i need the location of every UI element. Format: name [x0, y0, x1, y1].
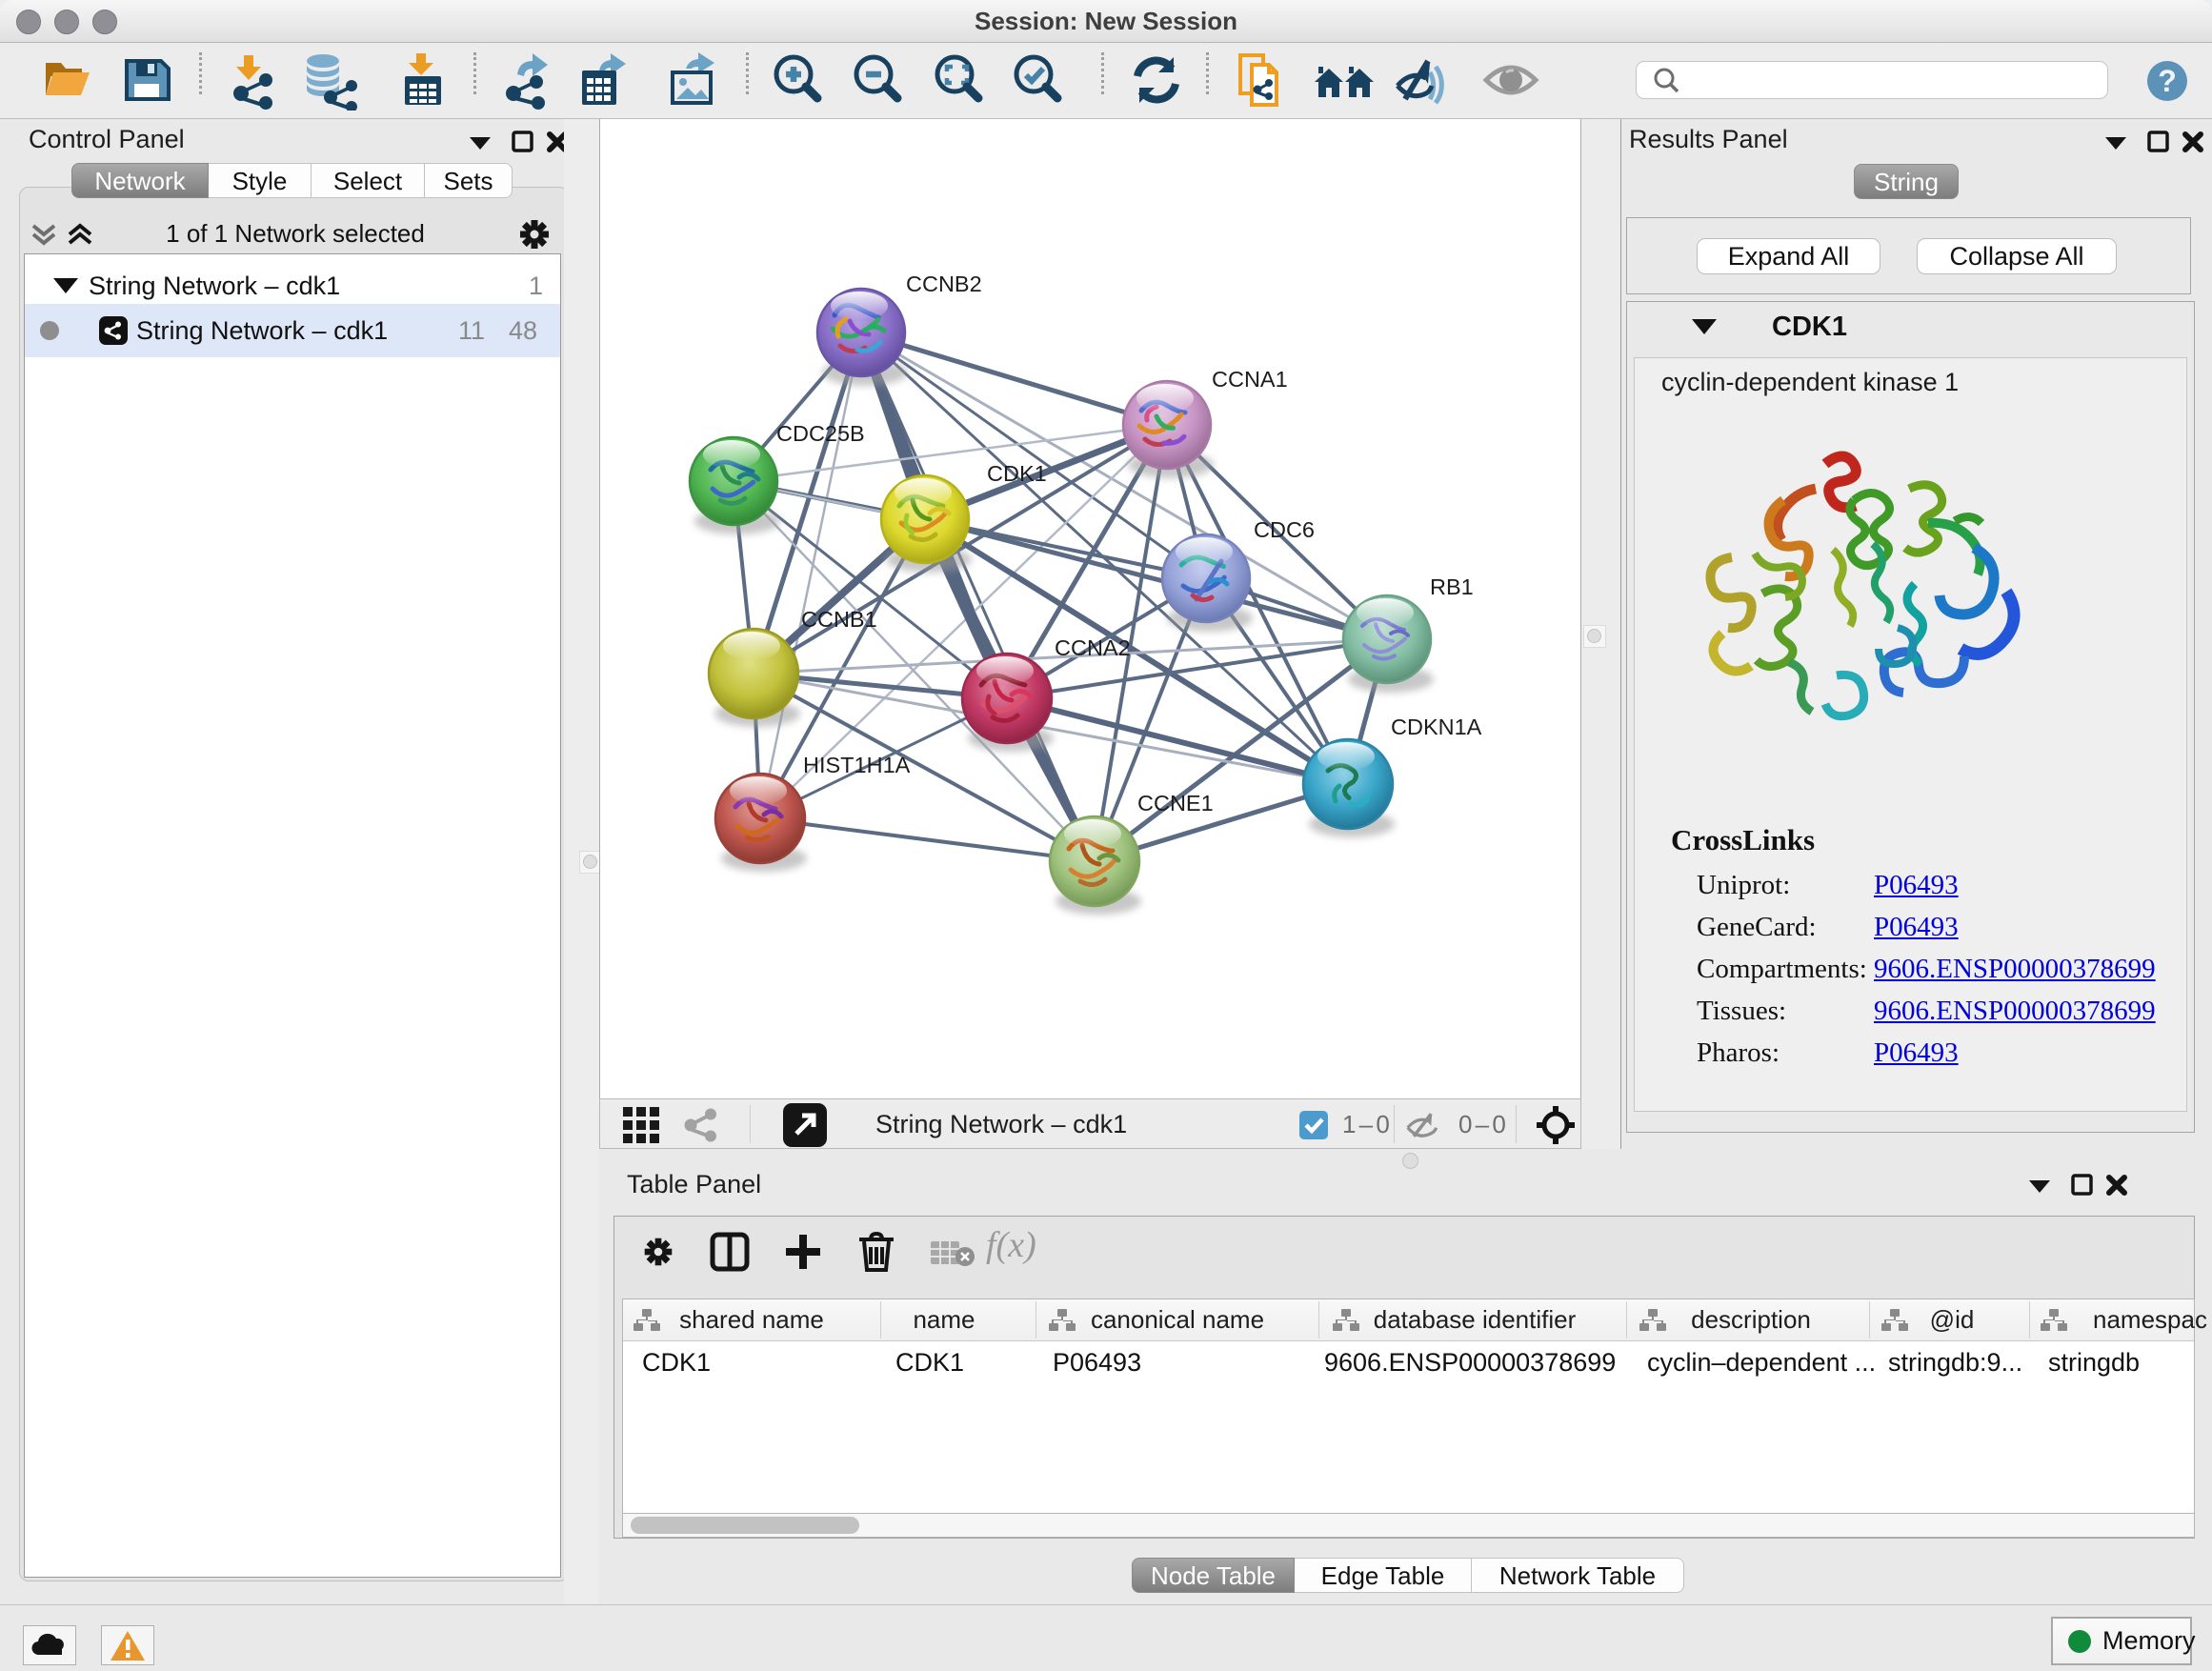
svg-text:CCNA2: CCNA2	[1055, 635, 1131, 660]
svg-text:?: ?	[2158, 64, 2177, 98]
svg-text:CDC6: CDC6	[1254, 517, 1315, 542]
svg-text:CCNB1: CCNB1	[801, 607, 877, 632]
svg-text:CDKN1A: CDKN1A	[1391, 715, 1482, 739]
svg-text:CCNA1: CCNA1	[1212, 367, 1288, 392]
svg-text:CCNB2: CCNB2	[906, 272, 982, 296]
svg-text:CDK1: CDK1	[987, 461, 1047, 486]
svg-text:CDC25B: CDC25B	[776, 421, 865, 446]
svg-text:HIST1H1A: HIST1H1A	[803, 753, 911, 777]
svg-text:RB1: RB1	[1430, 574, 1474, 599]
svg-text:CCNE1: CCNE1	[1137, 791, 1214, 815]
